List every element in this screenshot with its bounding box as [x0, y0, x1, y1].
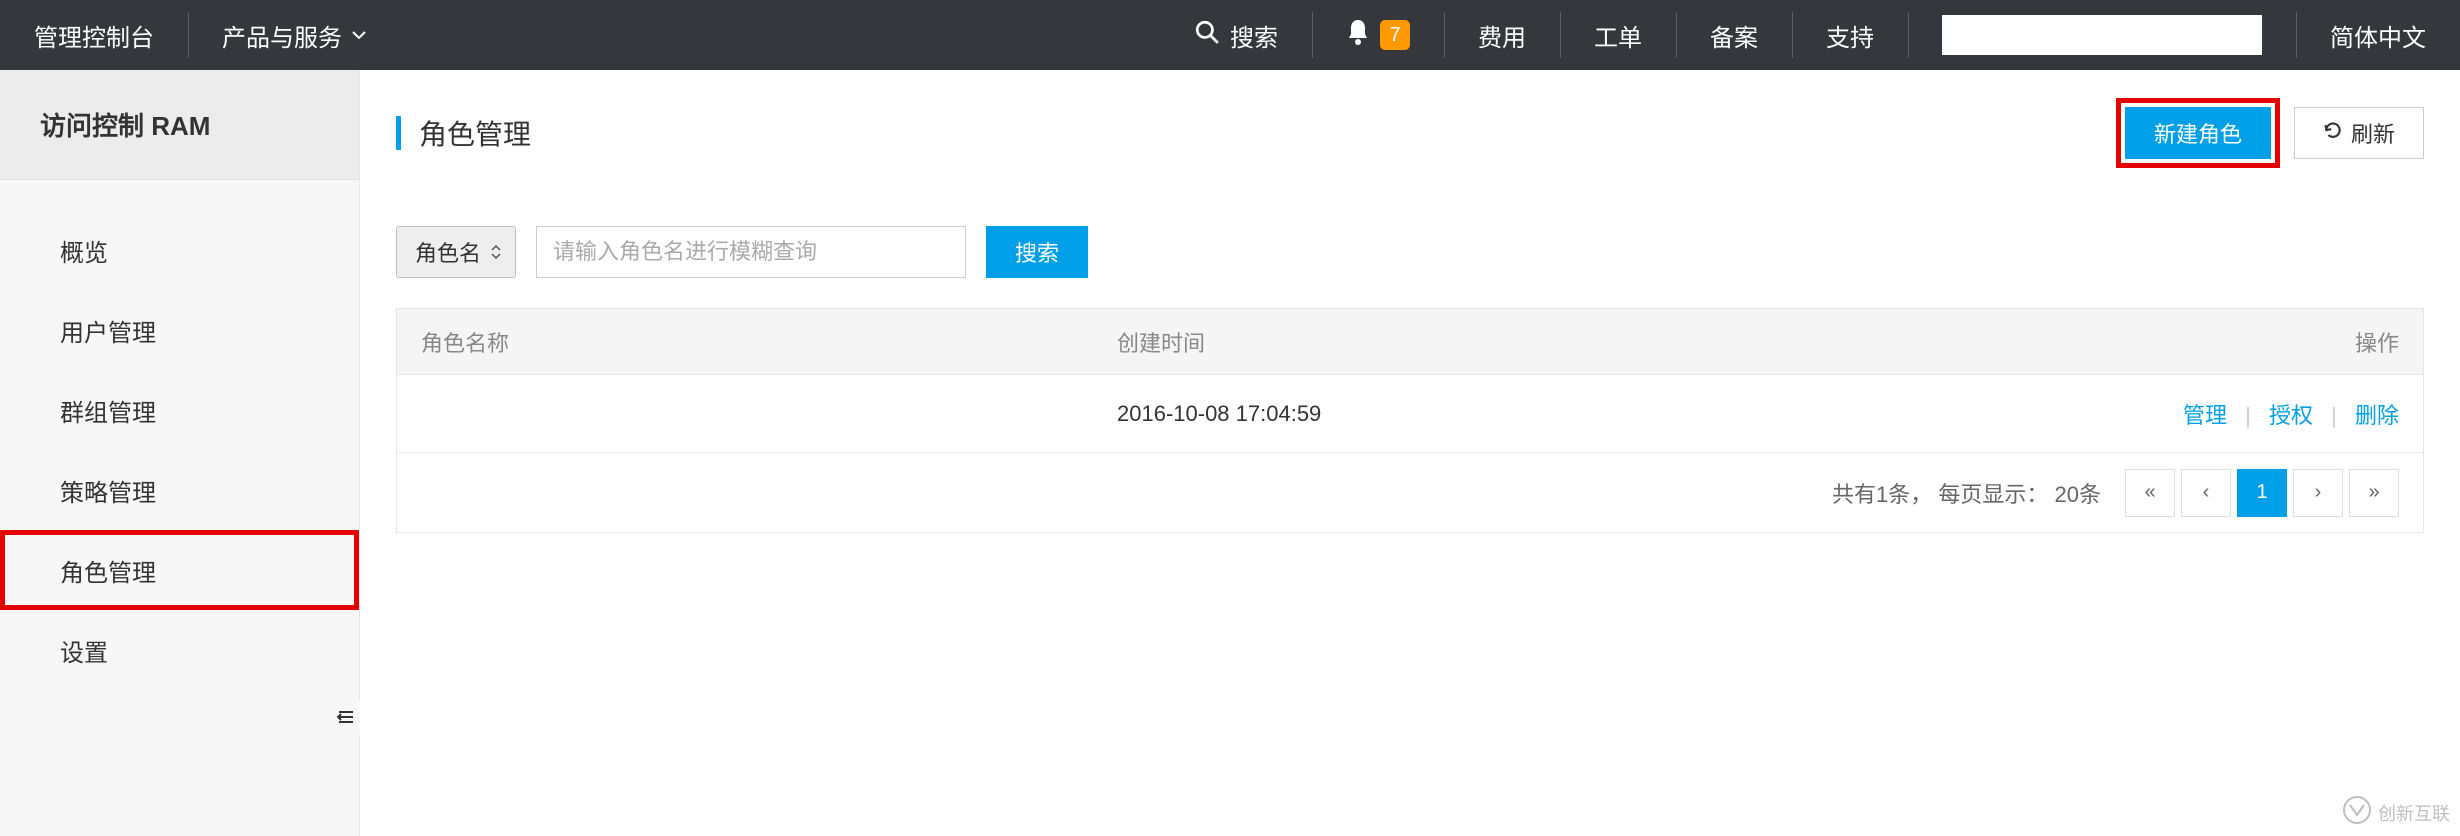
products-label: 产品与服务: [222, 18, 342, 53]
language-label: 简体中文: [2330, 18, 2426, 53]
nav-ticket-label: 工单: [1594, 18, 1642, 53]
nav-cost[interactable]: 费用: [1444, 0, 1560, 70]
page-title-wrap: 角色管理: [396, 113, 531, 153]
nav-record-label: 备案: [1710, 18, 1758, 53]
nav-support[interactable]: 支持: [1792, 0, 1908, 70]
console-home-label: 管理控制台: [34, 18, 154, 53]
header-actions: 新建角色 刷新: [2116, 98, 2424, 168]
main: 角色管理 新建角色 刷新 角色名: [360, 70, 2460, 836]
search-icon: [1194, 19, 1230, 52]
th-created-time: 创建时间: [1117, 326, 1937, 358]
sidebar-item-policies[interactable]: 策略管理: [0, 450, 359, 530]
title-marker: [396, 116, 401, 150]
refresh-label: 刷新: [2351, 117, 2395, 149]
op-manage[interactable]: 管理: [2183, 403, 2227, 428]
page-size-label: 每页显示：: [1938, 482, 2048, 507]
create-role-highlight: 新建角色: [2116, 98, 2280, 168]
op-authorize[interactable]: 授权: [2269, 403, 2313, 428]
op-sep: |: [2245, 403, 2251, 428]
watermark-icon: [2342, 795, 2372, 830]
total-text: 共有1条， 每页显示： 20条: [1832, 477, 2101, 509]
chevron-down-icon: [352, 31, 366, 39]
pagination: « ‹ 1 › »: [2125, 469, 2399, 517]
table-header-row: 角色名称 创建时间 操作: [397, 309, 2423, 375]
sidebar-title: 访问控制 RAM: [0, 70, 359, 180]
bell-icon: [1346, 18, 1370, 53]
page-next[interactable]: ›: [2293, 469, 2343, 517]
page-header: 角色管理 新建角色 刷新: [396, 100, 2424, 166]
account-box: [1942, 15, 2262, 55]
table-footer: 共有1条， 每页显示： 20条 « ‹ 1 › »: [396, 453, 2424, 533]
create-role-label: 新建角色: [2154, 117, 2242, 149]
sidebar-item-label: 用户管理: [60, 313, 156, 348]
sidebar-item-users[interactable]: 用户管理: [0, 290, 359, 370]
search-input[interactable]: [536, 226, 966, 278]
page-size-value[interactable]: 20条: [2055, 482, 2101, 507]
sidebar-item-label: 角色管理: [60, 553, 156, 588]
total-prefix: 共有: [1832, 482, 1876, 507]
total-suffix: 条，: [1888, 482, 1932, 507]
table-row: 2016-10-08 17:04:59 管理 | 授权 | 删除: [397, 375, 2423, 453]
td-created-time: 2016-10-08 17:04:59: [1117, 401, 1937, 427]
page-title: 角色管理: [419, 113, 531, 153]
search-field-select[interactable]: 角色名: [396, 226, 516, 278]
nav-cost-label: 费用: [1478, 18, 1526, 53]
op-delete[interactable]: 删除: [2355, 403, 2399, 428]
sidebar-collapse-toggle[interactable]: [332, 700, 360, 736]
account-area[interactable]: [1908, 0, 2296, 70]
notification-badge: 7: [1380, 20, 1410, 50]
refresh-button[interactable]: 刷新: [2294, 107, 2424, 159]
op-sep: |: [2331, 403, 2337, 428]
sidebar-items: 概览 用户管理 群组管理 策略管理 角色管理 设置: [0, 180, 359, 690]
sidebar-item-settings[interactable]: 设置: [0, 610, 359, 690]
nav-support-label: 支持: [1826, 18, 1874, 53]
watermark: 创新互联: [2342, 795, 2450, 830]
console-home[interactable]: 管理控制台: [0, 0, 188, 70]
topbar-spacer: [400, 0, 1160, 70]
sidebar-item-overview[interactable]: 概览: [0, 210, 359, 290]
products-dropdown[interactable]: 产品与服务: [188, 0, 400, 70]
notifications[interactable]: 7: [1312, 0, 1444, 70]
refresh-icon: [2323, 120, 2351, 146]
sidebar-item-label: 群组管理: [60, 393, 156, 428]
sidebar: 访问控制 RAM 概览 用户管理 群组管理 策略管理 角色管理 设置: [0, 70, 360, 836]
select-stepper-icon: [491, 245, 501, 259]
td-ops: 管理 | 授权 | 删除: [1937, 398, 2423, 430]
sidebar-item-roles[interactable]: 角色管理: [0, 530, 359, 610]
total-count: 1: [1876, 482, 1888, 507]
search-button-label: 搜索: [1015, 236, 1059, 268]
global-search[interactable]: 搜索: [1160, 0, 1312, 70]
search-field-label: 角色名: [415, 236, 481, 268]
page-prev[interactable]: ‹: [2181, 469, 2231, 517]
sidebar-item-label: 设置: [60, 633, 108, 668]
sidebar-item-label: 概览: [60, 233, 108, 268]
content-area: 访问控制 RAM 概览 用户管理 群组管理 策略管理 角色管理 设置: [0, 70, 2460, 836]
search-button[interactable]: 搜索: [986, 226, 1088, 278]
search-row: 角色名 搜索: [396, 226, 2424, 278]
page-current[interactable]: 1: [2237, 469, 2287, 517]
watermark-text: 创新互联: [2378, 800, 2450, 826]
roles-table: 角色名称 创建时间 操作 2016-10-08 17:04:59 管理 | 授权…: [396, 308, 2424, 453]
create-role-button[interactable]: 新建角色: [2125, 107, 2271, 159]
topbar-left: 管理控制台 产品与服务: [0, 0, 400, 70]
sidebar-title-label: 访问控制 RAM: [40, 106, 210, 143]
sidebar-item-label: 策略管理: [60, 473, 156, 508]
th-role-name: 角色名称: [397, 326, 1117, 358]
th-ops: 操作: [1937, 326, 2423, 358]
nav-record[interactable]: 备案: [1676, 0, 1792, 70]
search-label: 搜索: [1230, 18, 1278, 53]
language-switch[interactable]: 简体中文: [2296, 0, 2460, 70]
page-first[interactable]: «: [2125, 469, 2175, 517]
sidebar-item-groups[interactable]: 群组管理: [0, 370, 359, 450]
collapse-icon: [337, 705, 355, 731]
page-last[interactable]: »: [2349, 469, 2399, 517]
nav-ticket[interactable]: 工单: [1560, 0, 1676, 70]
topbar: 管理控制台 产品与服务 搜索 7 费用 工单 备案: [0, 0, 2460, 70]
topbar-right: 搜索 7 费用 工单 备案 支持 简体中文: [1160, 0, 2460, 70]
